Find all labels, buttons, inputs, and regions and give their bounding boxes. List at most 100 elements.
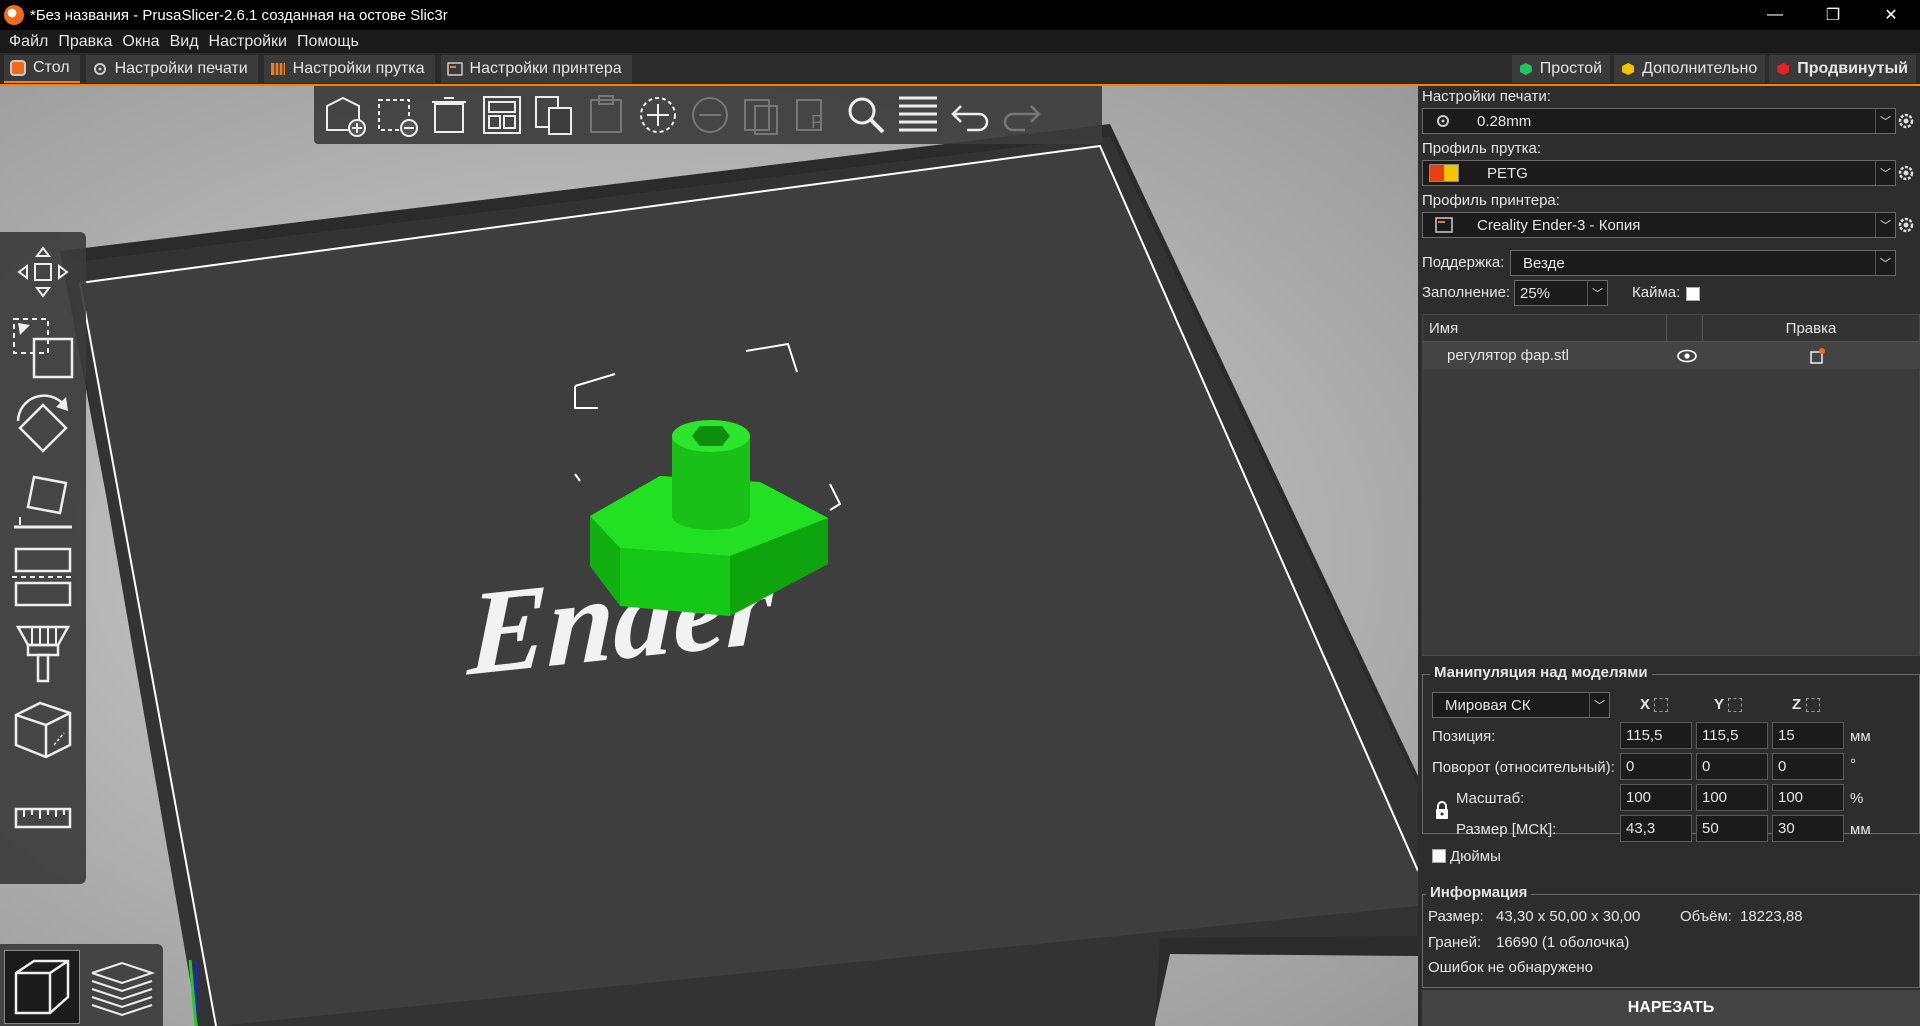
measure-box-icon[interactable] — [6, 694, 80, 766]
col-edit[interactable]: Правка — [1703, 315, 1919, 341]
inches-checkbox[interactable] — [1432, 849, 1446, 863]
arrange-icon[interactable] — [476, 89, 528, 141]
info-volume-label: Объём: — [1680, 908, 1732, 925]
gear-icon[interactable] — [1896, 111, 1916, 131]
print-settings-icon — [93, 62, 106, 75]
scale-x-field[interactable]: 100 — [1620, 784, 1692, 811]
chevron-down-icon: ﹀ — [1875, 109, 1895, 133]
col-name-label: Имя — [1429, 319, 1459, 337]
drop-to-bed-z-icon[interactable] — [1806, 698, 1820, 712]
place-on-face-icon[interactable] — [6, 464, 80, 536]
list-item[interactable]: регулятор фар.stl — [1423, 342, 1919, 369]
add-instance-icon[interactable] — [632, 89, 684, 141]
ruler-icon[interactable] — [6, 782, 80, 854]
filament-color-swatch — [1429, 164, 1459, 182]
window-title: *Без названия - PrusaSlicer-2.6.1 создан… — [30, 6, 448, 24]
print-profile-select[interactable]: 0.28mm ﹀ — [1422, 108, 1896, 134]
rotate-icon[interactable] — [6, 388, 80, 460]
tab-filament-settings[interactable]: Настройки прутка — [263, 54, 435, 83]
mode-expert-label: Продвинутый — [1797, 60, 1908, 77]
scale-label: Масштаб: — [1456, 790, 1525, 807]
rotation-z-field[interactable]: 0 — [1772, 753, 1844, 780]
edit-settings-icon[interactable] — [1809, 347, 1827, 365]
copy-icon[interactable] — [528, 89, 580, 141]
preview-layers-icon[interactable] — [84, 950, 160, 1024]
tab-bar: Стол Настройки печати Настройки прутка Н… — [0, 53, 1920, 86]
infill-select[interactable]: 25% ﹀ — [1514, 280, 1608, 306]
menu-view[interactable]: Вид — [165, 33, 204, 51]
close-button[interactable]: ✕ — [1862, 0, 1920, 30]
print-settings-label: Настройки печати: — [1422, 88, 1551, 105]
printer-icon — [1435, 217, 1453, 233]
delete-icon[interactable] — [372, 89, 424, 141]
infill-value: 25% — [1520, 284, 1551, 302]
3d-view-icon[interactable] — [4, 950, 80, 1024]
menu-edit[interactable]: Правка — [53, 33, 117, 51]
search-icon[interactable] — [840, 89, 892, 141]
coord-system-select[interactable]: Мировая СК ﹀ — [1432, 692, 1610, 718]
size-y-field[interactable]: 50 — [1696, 815, 1768, 842]
rotation-x-field[interactable]: 0 — [1620, 753, 1692, 780]
coord-system-value: Мировая СК — [1445, 696, 1531, 714]
scale-y-field[interactable]: 100 — [1696, 784, 1768, 811]
undo-icon[interactable] — [944, 89, 996, 141]
size-z-field[interactable]: 30 — [1772, 815, 1844, 842]
delete-all-icon[interactable] — [424, 89, 476, 141]
paint-supports-icon[interactable] — [6, 618, 80, 690]
menu-file[interactable]: Файл — [4, 33, 53, 51]
info-errors: Ошибок не обнаружено — [1428, 959, 1593, 976]
scene-canvas[interactable]: Ender — [0, 86, 1418, 1026]
slice-button[interactable]: НАРЕЗАТЬ — [1422, 990, 1920, 1026]
tab-filament-settings-label: Настройки прутка — [292, 59, 425, 77]
position-x-field[interactable]: 115,5 — [1620, 722, 1692, 749]
info-size-label: Размер: — [1428, 908, 1484, 925]
cut-icon[interactable] — [6, 540, 80, 612]
rotation-label: Поворот (относительный): — [1432, 759, 1615, 776]
menu-bar: Файл Правка Окна Вид Настройки Помощь — [0, 30, 1920, 53]
filament-profile-select[interactable]: PETG ﹀ — [1422, 160, 1896, 186]
axis-y-label: Y — [1714, 696, 1725, 713]
move-icon[interactable] — [6, 236, 80, 308]
col-visibility — [1667, 315, 1703, 341]
support-select[interactable]: Везде ﹀ — [1510, 250, 1896, 276]
mode-advanced[interactable]: Дополнительно — [1614, 55, 1766, 83]
yellow-hex-icon — [1622, 63, 1635, 75]
eye-icon[interactable] — [1677, 349, 1697, 363]
gear-icon[interactable] — [1896, 163, 1916, 183]
position-y-field[interactable]: 115,5 — [1696, 722, 1768, 749]
lock-icon[interactable] — [1434, 800, 1450, 820]
scale-unit: % — [1850, 790, 1864, 807]
restore-button[interactable]: ❐ — [1804, 0, 1862, 30]
printer-profile-select[interactable]: Creality Ender-3 - Копия ﹀ — [1422, 212, 1896, 238]
rotation-y-field[interactable]: 0 — [1696, 753, 1768, 780]
drop-to-bed-x-icon[interactable] — [1654, 698, 1668, 712]
minimize-button[interactable]: — — [1746, 0, 1804, 30]
filament-label: Профиль прутка: — [1422, 140, 1541, 157]
add-icon[interactable] — [320, 89, 372, 141]
rotation-unit: ° — [1850, 756, 1856, 773]
size-x-field[interactable]: 43,3 — [1620, 815, 1692, 842]
mode-simple[interactable]: Простой — [1511, 55, 1611, 83]
right-sidebar: Настройки печати: 0.28mm ﹀ Профиль прутк… — [1418, 86, 1920, 1026]
drop-to-bed-y-icon[interactable] — [1728, 698, 1742, 712]
menu-help[interactable]: Помощь — [292, 33, 364, 51]
brim-checkbox[interactable] — [1686, 287, 1700, 301]
scale-icon[interactable] — [6, 312, 80, 384]
window-controls: — ❐ ✕ — [1746, 0, 1920, 30]
3d-viewport[interactable]: Ender P — [0, 86, 1418, 1026]
mode-expert[interactable]: Продвинутый — [1769, 55, 1916, 83]
manipulation-title: Манипуляция над моделями — [1430, 664, 1652, 681]
chevron-down-icon: ﹀ — [1589, 693, 1609, 717]
scale-z-field[interactable]: 100 — [1772, 784, 1844, 811]
tab-plater[interactable]: Стол — [4, 54, 80, 83]
layers-editing-icon[interactable] — [892, 89, 944, 141]
info-title: Информация — [1426, 884, 1532, 901]
menu-configuration[interactable]: Настройки — [204, 33, 292, 51]
tab-print-settings[interactable]: Настройки печати — [85, 54, 258, 83]
prusaslicer-logo-icon — [4, 5, 24, 25]
position-z-field[interactable]: 15 — [1772, 722, 1844, 749]
col-name[interactable]: Имя — [1423, 315, 1667, 341]
menu-window[interactable]: Окна — [117, 33, 164, 51]
tab-printer-settings[interactable]: Настройки принтера — [440, 54, 632, 83]
gear-icon[interactable] — [1896, 215, 1916, 235]
